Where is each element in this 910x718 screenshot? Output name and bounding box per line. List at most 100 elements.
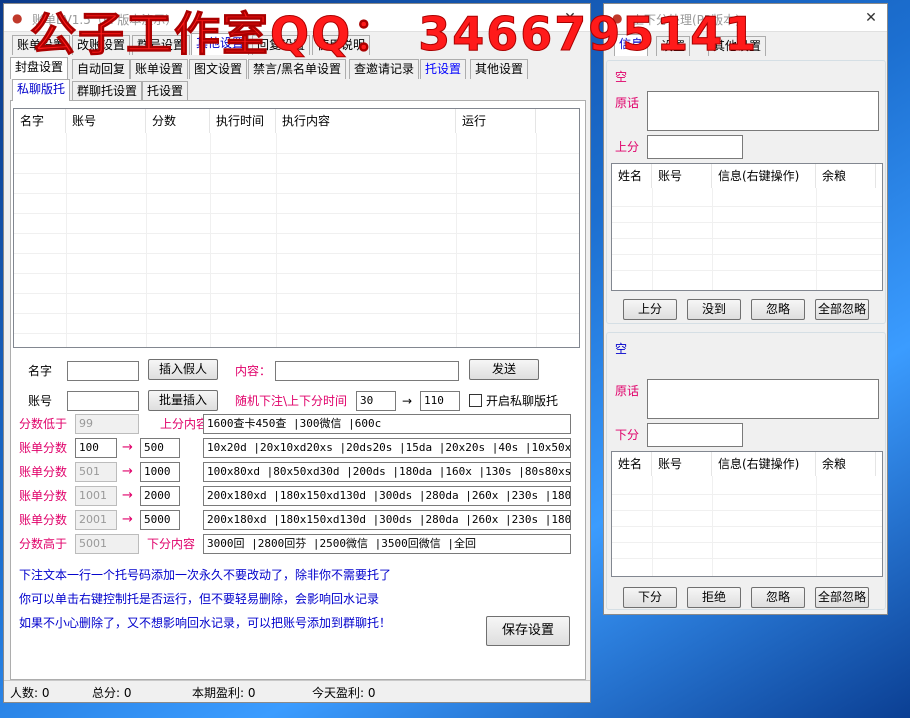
not-arrived-button[interactable]: 没到 bbox=[687, 299, 741, 320]
up-content-label: 上分内容 bbox=[160, 417, 209, 431]
grid-col-divider bbox=[536, 133, 537, 347]
col-balance[interactable]: 余粮 bbox=[816, 452, 876, 476]
main-window: ● 账单EV1.5（PP版本演示） ✕ 账单设置 改账设置 群号设置 其他设置 … bbox=[3, 3, 591, 703]
grid-row-line bbox=[14, 153, 579, 154]
shill-grid[interactable]: 名字 账号 分数 执行时间 执行内容 运行 bbox=[13, 108, 580, 348]
col-info[interactable]: 信息(右键操作) bbox=[712, 452, 816, 476]
down-score-button[interactable]: 下分 bbox=[623, 587, 677, 608]
col-run[interactable]: 运行 bbox=[456, 109, 536, 133]
grid-row-line bbox=[14, 193, 579, 194]
down-ignore-button[interactable]: 忽略 bbox=[751, 587, 805, 608]
time-from-input[interactable]: 30 bbox=[356, 391, 396, 411]
score-row-label: 账单分数 bbox=[19, 489, 68, 503]
score-from-input[interactable]: 501 bbox=[75, 462, 117, 482]
content-input[interactable] bbox=[275, 361, 459, 381]
time-to-input[interactable]: 110 bbox=[420, 391, 460, 411]
close-icon[interactable]: ✕ bbox=[861, 8, 881, 28]
col-account[interactable]: 账号 bbox=[652, 452, 712, 476]
grid-col-divider bbox=[652, 188, 653, 290]
grid-col-divider bbox=[816, 188, 817, 290]
app-icon: ● bbox=[12, 11, 23, 25]
bet-content-input[interactable]: 10x20d |20x10xd20xs |20ds20s |15da |20x2… bbox=[203, 438, 571, 458]
grid-row-line bbox=[14, 313, 579, 314]
grid-col-divider bbox=[146, 133, 147, 347]
up-content-input[interactable]: 1600查卡450查 |300微信 |600c bbox=[203, 414, 571, 434]
down-empty-label: 空 bbox=[615, 342, 628, 356]
bet-content-input[interactable]: 200x180xd |180x150xd130d |300ds |280da |… bbox=[203, 510, 571, 530]
send-button[interactable]: 发送 bbox=[469, 359, 539, 380]
down-score-group: 空 原话 下分 姓名 账号 信息(右键操作) 余粮 下分 拒绝 忽略 全部忽略 bbox=[606, 332, 886, 610]
up-score-button[interactable]: 上分 bbox=[623, 299, 677, 320]
score-row-label: 分数高于 bbox=[19, 537, 68, 551]
col-exec-content[interactable]: 执行内容 bbox=[276, 109, 456, 133]
col-name[interactable]: 名字 bbox=[14, 109, 66, 133]
grid-col-divider bbox=[66, 133, 67, 347]
up-empty-label: 空 bbox=[615, 70, 628, 84]
side-window: ● 上下分处理(PP版本) ✕ 信息 设置 其他设置 空 原话 上分 姓名 账号… bbox=[603, 3, 888, 615]
private-chat-checkbox[interactable] bbox=[469, 394, 482, 407]
col-score[interactable]: 分数 bbox=[146, 109, 210, 133]
grid-col-divider bbox=[276, 133, 277, 347]
inner-tab-shill-settings[interactable]: 托设置 bbox=[142, 81, 189, 101]
col-info[interactable]: 信息(右键操作) bbox=[712, 164, 816, 188]
batch-insert-button[interactable]: 批量插入 bbox=[148, 390, 218, 411]
up-grid[interactable]: 姓名 账号 信息(右键操作) 余粮 bbox=[611, 163, 883, 291]
col-name[interactable]: 姓名 bbox=[612, 452, 652, 476]
name-input[interactable] bbox=[67, 361, 139, 381]
watermark-overlay: 公子工作室QQ： 3466795141 bbox=[29, 7, 759, 62]
score-row-label: 账单分数 bbox=[19, 513, 68, 527]
down-score-input[interactable] bbox=[647, 423, 743, 447]
score-from-input[interactable]: 100 bbox=[75, 438, 117, 458]
grid-row-line bbox=[612, 510, 882, 511]
grid-row-line bbox=[612, 254, 882, 255]
score-from-input[interactable]: 5001 bbox=[75, 534, 139, 554]
score-to-input[interactable]: 1000 bbox=[140, 462, 180, 482]
status-today-profit: 今天盈利: 0 bbox=[312, 686, 376, 700]
bet-content-input[interactable]: 100x80xd |80x50xd30d |200ds |180da |160x… bbox=[203, 462, 571, 482]
grid-col-divider bbox=[210, 133, 211, 347]
reject-button[interactable]: 拒绝 bbox=[687, 587, 741, 608]
inner-tab-private-shill[interactable]: 私聊版托 bbox=[12, 79, 71, 101]
col-exec-time[interactable]: 执行时间 bbox=[210, 109, 276, 133]
score-row-label: 分数低于 bbox=[19, 417, 68, 431]
col-name[interactable]: 姓名 bbox=[612, 164, 652, 188]
col-balance[interactable]: 余粮 bbox=[816, 164, 876, 188]
grid-col-divider bbox=[712, 188, 713, 290]
score-from-input[interactable]: 1001 bbox=[75, 486, 117, 506]
col-account[interactable]: 账号 bbox=[652, 164, 712, 188]
down-grid[interactable]: 姓名 账号 信息(右键操作) 余粮 bbox=[611, 451, 883, 577]
account-label: 账号 bbox=[28, 394, 53, 408]
grid-row-line bbox=[14, 213, 579, 214]
save-settings-button[interactable]: 保存设置 bbox=[486, 616, 570, 646]
arrow-icon: → bbox=[122, 512, 133, 527]
up-ignore-button[interactable]: 忽略 bbox=[751, 299, 805, 320]
grid-row-line bbox=[612, 270, 882, 271]
arrow-icon: → bbox=[122, 464, 133, 479]
score-to-input[interactable]: 500 bbox=[140, 438, 180, 458]
note-line: 下注文本一行一个托号码添加一次永久不要改动了，除非你不需要托了 bbox=[19, 568, 392, 582]
up-ignore-all-button[interactable]: 全部忽略 bbox=[815, 299, 869, 320]
inner-tab-group-shill[interactable]: 群聊托设置 bbox=[72, 81, 143, 101]
down-original-input[interactable] bbox=[647, 379, 879, 419]
score-to-input[interactable]: 5000 bbox=[140, 510, 180, 530]
score-from-input[interactable]: 2001 bbox=[75, 510, 117, 530]
bet-content-input[interactable]: 200x180xd |180x150xd130d |300ds |280da |… bbox=[203, 486, 571, 506]
score-to-input[interactable]: 2000 bbox=[140, 486, 180, 506]
up-score-input[interactable] bbox=[647, 135, 743, 159]
down-content-input[interactable]: 3000回 |2800回芬 |2500微信 |3500回微信 |全回 bbox=[203, 534, 571, 554]
score-from-input[interactable]: 99 bbox=[75, 414, 139, 434]
random-time-label: 随机下注\上下分时间 bbox=[235, 394, 348, 408]
account-input[interactable] bbox=[67, 391, 139, 411]
up-original-input[interactable] bbox=[647, 91, 879, 131]
grid-row-line bbox=[14, 293, 579, 294]
status-bar: 人数: 0 总分: 0 本期盈利: 0 今天盈利: 0 bbox=[4, 680, 590, 702]
grid-row-line bbox=[14, 333, 579, 334]
up-original-label: 原话 bbox=[615, 96, 640, 110]
insert-fake-button[interactable]: 插入假人 bbox=[148, 359, 218, 380]
down-ignore-all-button[interactable]: 全部忽略 bbox=[815, 587, 869, 608]
private-chat-label[interactable]: 开启私聊版托 bbox=[486, 391, 558, 411]
time-arrow: → bbox=[402, 394, 413, 408]
col-account[interactable]: 账号 bbox=[66, 109, 146, 133]
status-people: 人数: 0 bbox=[10, 686, 50, 700]
note-line: 你可以单击右键控制托是否运行，但不要轻易删除，会影响回水记录 bbox=[19, 592, 380, 606]
